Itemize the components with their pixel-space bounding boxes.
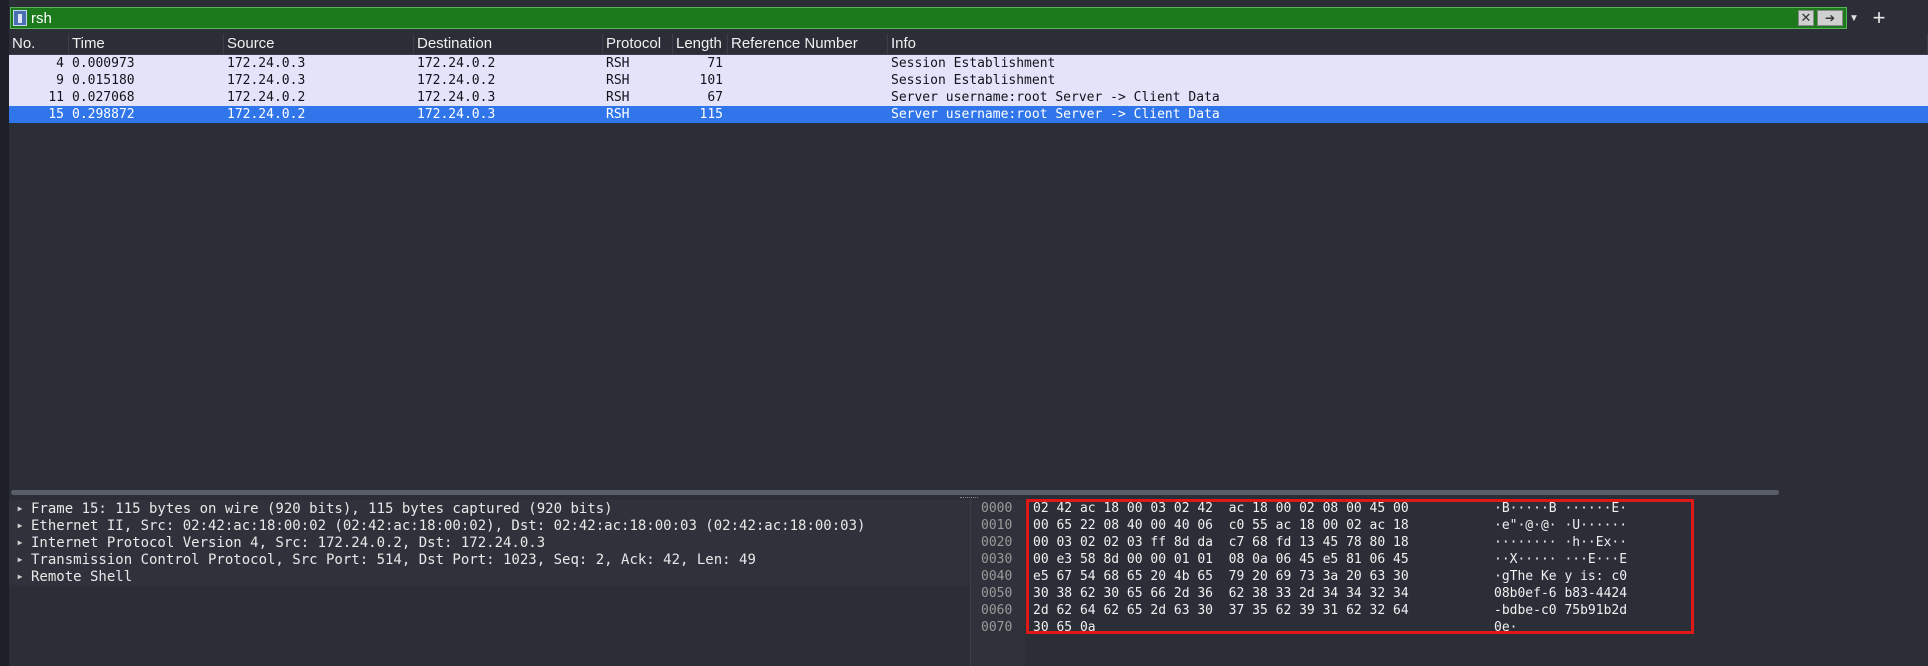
packet-time: 0.000973 [72,56,135,71]
packet-reference [728,89,888,106]
byte-offset: 0040 [981,569,1013,584]
column-header-protocol[interactable]: Protocol [603,34,673,54]
packet-destination: 172.24.0.2 [417,56,496,71]
highlight-annotation-box [1026,499,1694,634]
packet-list-horizontal-scrollbar[interactable] [9,489,1928,496]
packet-length: 101 [699,73,723,88]
packet-time: 0.298872 [72,107,135,122]
column-header-no[interactable]: No. [9,34,69,54]
add-filter-button-plus-icon[interactable]: + [1868,7,1890,29]
expand-arrow-icon[interactable]: ▶ [9,538,31,547]
byte-offset: 0060 [981,603,1013,618]
column-header-length[interactable]: Length [673,34,728,54]
packet-no: 15 [48,107,64,122]
apply-filter-arrow-icon[interactable]: ➔ [1817,10,1843,26]
column-header-time[interactable]: Time [69,34,224,54]
byte-offset: 0020 [981,535,1013,550]
packet-info: Server username:root Server -> Client Da… [891,90,1220,105]
left-window-edge [0,0,9,666]
packet-row-selected[interactable]: 15 0.298872 172.24.0.2 172.24.0.3 RSH 11… [9,106,1928,123]
packet-source: 172.24.0.3 [227,73,306,88]
packet-no: 9 [56,73,64,88]
expand-arrow-icon[interactable]: ▶ [9,572,31,581]
packet-row[interactable]: 11 0.027068 172.24.0.2 172.24.0.3 RSH 67… [9,89,1928,106]
packet-no: 4 [56,56,64,71]
filter-history-dropdown-icon[interactable]: ▼ [1847,10,1861,26]
packet-source: 172.24.0.2 [227,107,306,122]
detail-item-text: Frame 15: 115 bytes on wire (920 bits), … [31,500,613,517]
packet-list-header: No. Time Source Destination Protocol Len… [9,34,1928,55]
packet-row[interactable]: 9 0.015180 172.24.0.3 172.24.0.2 RSH 101… [9,72,1928,89]
packet-protocol: RSH [606,107,630,122]
packet-length: 115 [699,107,723,122]
packet-reference [728,106,888,123]
packet-info: Server username:root Server -> Client Da… [891,107,1220,122]
packet-reference [728,72,888,89]
column-header-reference-number[interactable]: Reference Number [728,34,888,54]
scrollbar-thumb[interactable] [11,490,1779,495]
byte-offset: 0030 [981,552,1013,567]
packet-destination: 172.24.0.2 [417,73,496,88]
packet-reference [728,55,888,72]
detail-item-text: Internet Protocol Version 4, Src: 172.24… [31,534,546,551]
byte-offsets-column: 0000 0010 0020 0030 0040 0050 0060 0070 [971,500,1025,666]
display-filter-box: ✕ ➔ [10,7,1847,29]
packet-bytes-pane: 0000 0010 0020 0030 0040 0050 0060 0070 … [971,499,1928,666]
packet-protocol: RSH [606,56,630,71]
packet-protocol: RSH [606,90,630,105]
bookmark-icon[interactable] [13,10,27,26]
packet-destination: 172.24.0.3 [417,90,496,105]
detail-item-ethernet[interactable]: ▶ Ethernet II, Src: 02:42:ac:18:00:02 (0… [9,517,970,534]
packet-source: 172.24.0.2 [227,90,306,105]
byte-offset: 0010 [981,518,1013,533]
packet-source: 172.24.0.3 [227,56,306,71]
packet-no: 11 [48,90,64,105]
column-header-destination[interactable]: Destination [414,34,603,54]
expand-arrow-icon[interactable]: ▶ [9,521,31,530]
packet-length: 71 [707,56,723,71]
byte-offset: 0070 [981,620,1013,635]
detail-item-frame[interactable]: ▶ Frame 15: 115 bytes on wire (920 bits)… [9,500,970,517]
detail-item-text: Transmission Control Protocol, Src Port:… [31,551,756,568]
column-header-source[interactable]: Source [224,34,414,54]
clear-filter-icon[interactable]: ✕ [1798,10,1814,26]
packet-time: 0.027068 [72,90,135,105]
packet-destination: 172.24.0.3 [417,107,496,122]
packet-time: 0.015180 [72,73,135,88]
expand-arrow-icon[interactable]: ▶ [9,555,31,564]
packet-protocol: RSH [606,73,630,88]
packet-row[interactable]: 4 0.000973 172.24.0.3 172.24.0.2 RSH 71 … [9,55,1928,72]
detail-item-text: Remote Shell [31,568,133,585]
packet-length: 67 [707,90,723,105]
detail-item-text: Ethernet II, Src: 02:42:ac:18:00:02 (02:… [31,517,866,534]
detail-item-tcp[interactable]: ▶ Transmission Control Protocol, Src Por… [9,551,970,568]
detail-item-ipv4[interactable]: ▶ Internet Protocol Version 4, Src: 172.… [9,534,970,551]
byte-offset: 0050 [981,586,1013,601]
display-filter-input[interactable] [27,8,1798,28]
byte-offset: 0000 [981,501,1013,516]
packet-list: No. Time Source Destination Protocol Len… [9,34,1928,489]
packet-details-tree: ▶ Frame 15: 115 bytes on wire (920 bits)… [9,500,971,666]
detail-item-remote-shell[interactable]: ▶ Remote Shell [9,568,970,585]
packet-info: Session Establishment [891,73,1056,88]
column-header-info[interactable]: Info [888,34,1928,54]
expand-arrow-icon[interactable]: ▶ [9,504,31,513]
display-filter-bar: ✕ ➔ ▼ + [10,6,1890,30]
packet-info: Session Establishment [891,56,1056,71]
